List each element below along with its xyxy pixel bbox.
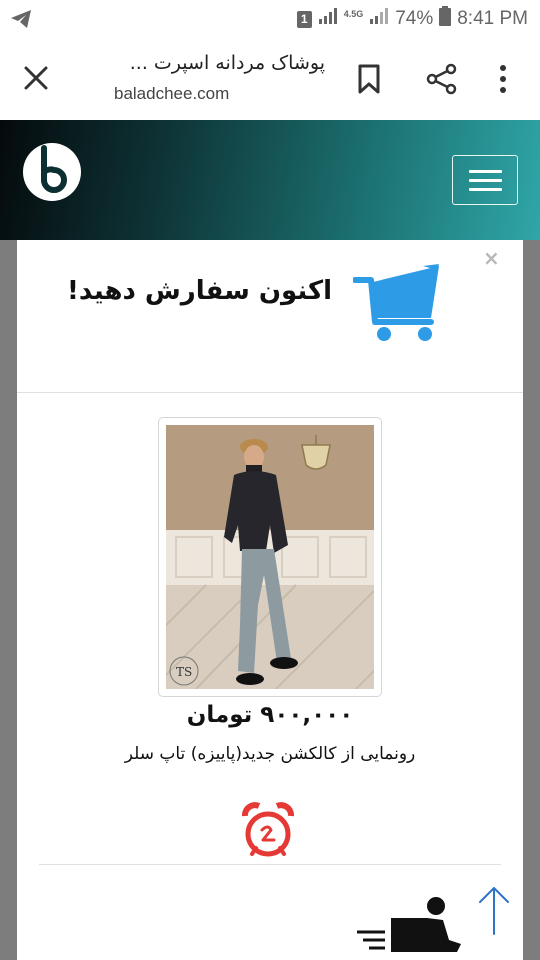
product-photo-illustration: TS <box>166 425 374 689</box>
hamburger-line <box>469 170 502 173</box>
bookmark-icon[interactable] <box>357 64 381 98</box>
product-price: ۹۰۰,۰۰۰ تومان <box>186 702 354 728</box>
site-header <box>0 120 540 240</box>
hamburger-menu-button[interactable] <box>452 155 518 205</box>
modal-close-button[interactable]: × <box>483 246 500 270</box>
telegram-icon <box>10 9 32 33</box>
hamburger-line <box>469 188 502 191</box>
status-indicators: 1 4.5G 74% 8:41 PM <box>296 6 528 32</box>
close-tab-icon[interactable] <box>22 64 50 92</box>
delivery-motorbike-icon <box>357 892 467 960</box>
signal-icon <box>318 7 338 31</box>
battery-icon <box>439 6 452 32</box>
backdrop-edge <box>523 240 540 960</box>
status-bar: 1 4.5G 74% 8:41 PM <box>0 0 540 38</box>
product-image-frame[interactable]: TS <box>158 417 382 697</box>
photo-watermark: TS <box>176 665 192 679</box>
share-icon[interactable] <box>426 63 458 99</box>
signal-icon-2 <box>369 7 389 31</box>
page-title: پوشاک مردانه اسپرت ... <box>129 52 325 74</box>
page-url[interactable]: baladchee.com <box>114 84 229 104</box>
site-logo-icon[interactable] <box>22 142 82 202</box>
shopping-cart-icon <box>352 260 447 348</box>
network-type: 4.5G <box>343 8 364 19</box>
more-menu-icon[interactable] <box>498 64 508 98</box>
alarm-clock-icon <box>241 802 295 864</box>
battery-percent: 74% <box>395 8 434 29</box>
modal-divider-2 <box>39 864 501 865</box>
browser-toolbar: پوشاک مردانه اسپرت ... baladchee.com <box>0 38 540 120</box>
order-modal: × اکنون سفارش دهید! TS ۹۰۰,۰۰۰ تومان رون… <box>17 240 523 960</box>
product-photo: TS <box>166 425 374 689</box>
modal-heading: اکنون سفارش دهید! <box>67 276 332 306</box>
scroll-to-top-icon[interactable] <box>476 884 512 940</box>
hamburger-line <box>469 179 502 182</box>
notification-badge: 1 <box>296 10 312 28</box>
product-name: رونمایی از کالکشن جدید(پاییزه) تاپ سلر <box>124 744 416 764</box>
modal-divider <box>17 392 523 393</box>
clock-time: 8:41 PM <box>457 8 528 29</box>
